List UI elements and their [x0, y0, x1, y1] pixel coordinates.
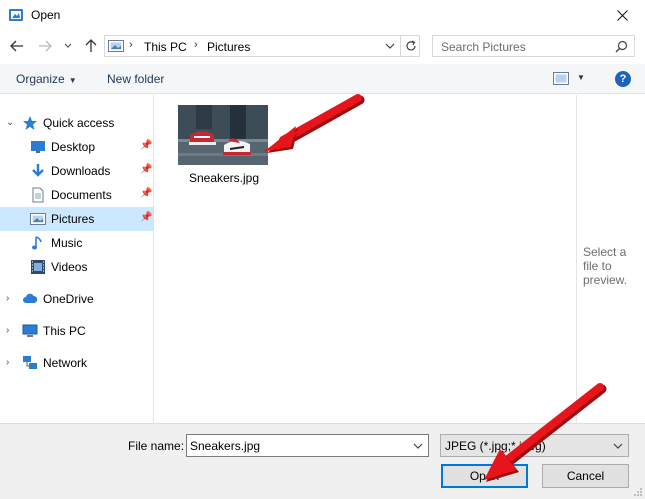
file-name-label: Sneakers.jpg [188, 171, 260, 185]
sidebar-item-desktop[interactable]: Desktop 📌 [0, 135, 154, 159]
chevron-down-icon[interactable]: ⌄ [6, 117, 14, 128]
breadcrumb-pictures[interactable]: Pictures [207, 40, 250, 54]
address-bar[interactable]: › This PC › Pictures [104, 35, 420, 57]
sidebar-item-label: Music [51, 236, 83, 250]
dialog-footer: File name: Sneakers.jpg JPEG (*.jpg;*.jp… [0, 423, 645, 499]
cloud-icon [23, 293, 38, 303]
refresh-icon [405, 40, 416, 51]
sidebar-item-pictures[interactable]: Pictures 📌 [0, 207, 154, 231]
sidebar-item-videos[interactable]: Videos [0, 255, 154, 279]
help-button[interactable]: ? [615, 71, 631, 87]
search-icon [615, 40, 628, 53]
sidebar-item-quick-access[interactable]: ⌄ Quick access [0, 111, 154, 135]
sidebar-item-label: Desktop [51, 140, 96, 154]
open-button[interactable]: Open [441, 464, 528, 488]
pin-icon: 📌 [140, 140, 153, 151]
music-icon [32, 236, 42, 250]
chevron-right-icon[interactable]: › [6, 357, 9, 368]
file-list[interactable]: Sneakers.jpg [155, 95, 575, 423]
sidebar-item-onedrive[interactable]: › OneDrive [0, 287, 154, 311]
close-icon [616, 9, 628, 21]
chevron-right-icon[interactable]: › [6, 293, 9, 304]
image-thumbnail [178, 105, 268, 165]
sidebar-item-label: Network [43, 356, 88, 370]
refresh-button[interactable] [400, 36, 420, 56]
file-name-field[interactable]: Sneakers.jpg [186, 434, 429, 457]
arrow-up-icon [85, 39, 97, 52]
caret-down-icon[interactable]: ▼ [577, 73, 585, 82]
caret-down-icon: ▼ [68, 76, 77, 85]
title-bar: Open [0, 0, 645, 30]
sidebar-item-label: Quick access [43, 116, 115, 130]
chevron-down-icon [613, 443, 623, 449]
file-item-sneakers[interactable]: Sneakers.jpg [172, 101, 276, 189]
file-type-value: JPEG (*.jpg;*.jpeg) [445, 439, 546, 453]
arrow-right-icon [39, 40, 52, 52]
new-folder-button[interactable]: New folder [107, 72, 164, 86]
sidebar-item-label: Pictures [51, 212, 95, 226]
sidebar-item-label: OneDrive [43, 292, 94, 306]
sidebar-item-label: Documents [51, 188, 112, 202]
network-icon [23, 356, 37, 369]
star-icon [23, 116, 37, 130]
pictures-folder-icon [108, 40, 124, 52]
arrow-left-icon [10, 40, 23, 52]
recent-locations-button[interactable] [62, 37, 74, 55]
back-button[interactable] [8, 37, 26, 55]
file-name-value: Sneakers.jpg [190, 439, 261, 453]
sidebar-item-label: This PC [43, 324, 86, 338]
sidebar-item-this-pc[interactable]: › This PC [0, 319, 154, 343]
sidebar-item-downloads[interactable]: Downloads 📌 [0, 159, 154, 183]
view-options-icon[interactable] [553, 72, 569, 85]
documents-icon [32, 187, 44, 203]
search-box[interactable]: Search Pictures [432, 35, 635, 57]
downloads-icon [32, 164, 44, 177]
window-title: Open [31, 8, 61, 22]
chevron-down-icon[interactable] [413, 440, 423, 452]
cancel-button[interactable]: Cancel [542, 464, 629, 488]
search-input[interactable]: Search Pictures [441, 40, 526, 54]
chevron-down-icon [64, 43, 72, 48]
sidebar-item-label: Downloads [51, 164, 111, 178]
breadcrumb-this-pc[interactable]: This PC [144, 40, 187, 54]
sidebar-item-label: Videos [51, 260, 88, 274]
preview-placeholder-text: Select a file to preview. [583, 245, 628, 287]
preview-pane: Select a file to preview. [576, 95, 645, 423]
chevron-right-icon[interactable]: › [6, 325, 9, 336]
organize-label: Organize [16, 72, 65, 86]
close-button[interactable] [599, 0, 645, 30]
resize-grip-icon[interactable] [633, 487, 643, 497]
sidebar-item-documents[interactable]: Documents 📌 [0, 183, 154, 207]
pictures-icon [30, 213, 46, 225]
videos-icon [31, 260, 45, 274]
sidebar-item-music[interactable]: Music [0, 231, 154, 255]
app-icon [9, 9, 23, 21]
desktop-icon [31, 141, 45, 153]
file-name-label: File name: [128, 439, 185, 453]
chevron-right-icon: › [194, 39, 198, 51]
sidebar-item-network[interactable]: › Network [0, 351, 154, 375]
chevron-down-icon[interactable] [385, 40, 395, 52]
navigation-pane: ⌄ Quick access Desktop 📌 Downloads 📌 Doc… [0, 95, 154, 423]
pin-icon: 📌 [140, 188, 153, 199]
command-bar: Organize ▼ New folder ▼ ? [0, 64, 645, 94]
up-button[interactable] [82, 37, 100, 55]
pin-icon: 📌 [140, 212, 153, 223]
pin-icon: 📌 [140, 164, 153, 175]
chevron-right-icon: › [129, 39, 133, 51]
forward-button[interactable] [36, 37, 54, 55]
file-type-select[interactable]: JPEG (*.jpg;*.jpeg) [440, 434, 629, 457]
organize-menu-button[interactable]: Organize ▼ [16, 72, 77, 86]
computer-icon [22, 324, 38, 337]
